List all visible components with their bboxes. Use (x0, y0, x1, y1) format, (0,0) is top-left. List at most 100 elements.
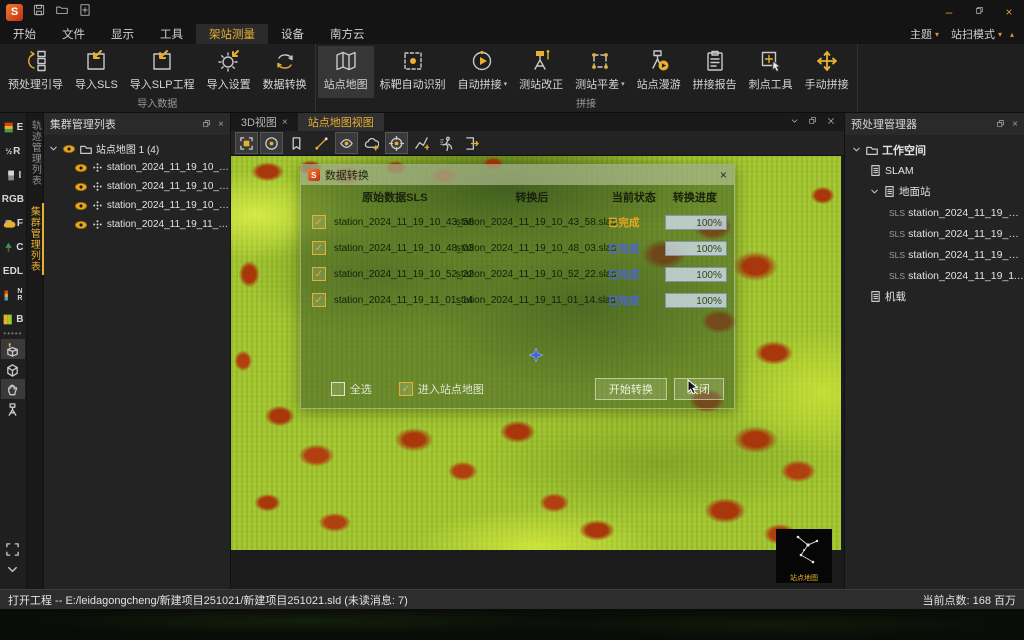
tree-row-station[interactable]: station_2024_11_19_10_4... (44, 177, 230, 196)
tree-row-station_2024_11_19_10_52_...[interactable]: SLSstation_2024_11_19_10_52_... (845, 244, 1024, 265)
tool-cube-left[interactable] (1, 459, 25, 479)
render-mode-NR[interactable]: NR (3, 283, 22, 307)
tree-row-station[interactable]: station_2024_11_19_10_4... (44, 158, 230, 177)
ribbon-item-刺点工具[interactable]: 刺点工具 (743, 46, 799, 98)
tree-row-station_2024_11_19_10_48_...[interactable]: SLSstation_2024_11_19_10_48_... (845, 223, 1024, 244)
viewtool-select-rect[interactable] (235, 132, 258, 154)
render-mode-C[interactable]: C (2, 235, 23, 259)
tree-row-root[interactable]: 站点地图 1 (4) (44, 139, 230, 158)
tool-cube-right[interactable] (1, 479, 25, 499)
menu-item-显示[interactable]: 显示 (98, 24, 147, 44)
arrow-down-icon[interactable] (790, 116, 800, 129)
ribbon-item-导入设置[interactable]: 导入设置 (201, 46, 257, 98)
render-mode-B[interactable]: B (2, 307, 23, 331)
tool-pin-box[interactable] (1, 339, 25, 359)
ribbon-item-测站改正[interactable]: 测站改正 (513, 46, 569, 98)
float-panel-icon[interactable] (996, 119, 1006, 129)
viewtool-cloud-add[interactable] (360, 132, 383, 154)
close-panel-icon[interactable]: × (1012, 119, 1018, 130)
viewtool-view-eye[interactable] (335, 132, 358, 154)
ribbon-item-导入SLS[interactable]: 导入SLS (69, 46, 124, 98)
viewtool-exit-view[interactable] (460, 132, 483, 154)
float-panel-icon[interactable] (202, 119, 212, 129)
row-checkbox[interactable]: ✓ (312, 293, 326, 307)
ribbon-item-站点地图[interactable]: 站点地图 (318, 46, 374, 98)
viewtool-polyline-add[interactable] (410, 132, 433, 154)
left-tab-轨迹管理列表[interactable]: 轨迹管理列表 (26, 117, 43, 189)
tree-row-station[interactable]: station_2024_11_19_11_0... (44, 215, 230, 234)
menu-item-开始[interactable]: 开始 (0, 24, 49, 44)
render-mode-R[interactable]: ½R (5, 139, 20, 163)
select-all-checkbox[interactable]: ✓ 全选 (323, 381, 372, 397)
tool-cube-bottom[interactable] (1, 519, 25, 539)
restore-button[interactable] (964, 0, 994, 24)
chevron-down-icon[interactable]: ▾ (621, 80, 625, 88)
left-tab-集群管理列表[interactable]: 集群管理列表 (25, 203, 44, 275)
viewtool-target-center[interactable] (385, 132, 408, 154)
render-mode-F[interactable]: F (3, 211, 23, 235)
menu-dropdown-主题[interactable]: 主题▾ (906, 26, 943, 42)
ribbon-item-手动拼接[interactable]: 手动拼接 (799, 46, 855, 98)
tool-cube-top[interactable] (1, 419, 25, 439)
close-tab-icon[interactable]: × (282, 117, 288, 128)
tool-chevron-down[interactable] (1, 559, 25, 579)
render-mode-EDL[interactable]: EDL (3, 259, 23, 283)
open-folder-button[interactable] (55, 3, 69, 22)
float-icon[interactable] (808, 116, 818, 129)
row-checkbox[interactable]: ✓ (312, 241, 326, 255)
row-checkbox[interactable]: ✓ (312, 267, 326, 281)
collapse-ribbon-icon[interactable]: ▴ (1010, 30, 1014, 39)
menu-item-文件[interactable]: 文件 (49, 24, 98, 44)
ribbon-item-导入SLP工程[interactable]: 导入SLP工程 (124, 46, 201, 98)
viewtool-circle-dot[interactable] (260, 132, 283, 154)
view-tab-站点地图视图[interactable]: 站点地图视图 (298, 113, 384, 131)
tree-row-机载[interactable]: 机载 (845, 286, 1024, 307)
close-button[interactable]: × (994, 0, 1024, 24)
tool-cube-front[interactable] (1, 439, 25, 459)
menu-item-设备[interactable]: 设备 (268, 24, 317, 44)
dialog-close-icon[interactable]: × (720, 168, 727, 182)
tree-row-地面站[interactable]: 地面站 (845, 181, 1024, 202)
tree-row-workspace[interactable]: 工作空间 (845, 139, 1024, 160)
chevron-down-icon[interactable]: ▾ (504, 80, 508, 88)
tool-cube[interactable] (1, 359, 25, 379)
menu-item-南方云[interactable]: 南方云 (317, 24, 378, 44)
close-panel-icon[interactable]: × (218, 119, 224, 130)
ribbon-item-数据转换[interactable]: 数据转换 (257, 46, 313, 98)
row-checkbox[interactable]: ✓ (312, 215, 326, 229)
tool-pan-hand[interactable] (1, 379, 25, 399)
ribbon-item-站点漫游[interactable]: 站点漫游 (631, 46, 687, 98)
viewtool-measure-angle[interactable] (310, 132, 333, 154)
render-mode-RGB[interactable]: RGB (2, 187, 24, 211)
station-correct-icon (529, 49, 553, 73)
render-mode-I[interactable]: I (5, 163, 22, 187)
render-mode-E[interactable]: E (3, 115, 24, 139)
ribbon-item-测站平差[interactable]: 测站平差▾ (569, 46, 631, 98)
tree-row-station[interactable]: station_2024_11_19_10_5... (44, 196, 230, 215)
start-convert-button[interactable]: 开始转换 (595, 378, 667, 400)
quick-access-toolbar (32, 3, 92, 22)
tool-cube-back[interactable] (1, 499, 25, 519)
view-tab-3D视图[interactable]: 3D视图× (231, 113, 298, 131)
tool-tripod-sm[interactable] (1, 399, 25, 419)
ribbon-item-拼接报告[interactable]: 拼接报告 (687, 46, 743, 98)
tree-row-station_2024_11_19_11_01_...[interactable]: SLSstation_2024_11_19_11_01_... (845, 265, 1024, 286)
save-button[interactable] (32, 3, 46, 22)
tool-frame-sel[interactable] (1, 539, 25, 559)
ribbon-item-预处理引导[interactable]: 预处理引导 (2, 46, 69, 98)
ribbon-item-自动拼接[interactable]: 自动拼接▾ (452, 46, 514, 98)
close-icon[interactable] (826, 116, 836, 129)
menu-item-工具[interactable]: 工具 (147, 24, 196, 44)
import-icon (150, 49, 174, 73)
tree-row-SLAM[interactable]: SLAM (845, 160, 1024, 181)
minimap-inset[interactable]: 站点地图 (776, 529, 832, 583)
new-file-button[interactable] (78, 3, 92, 22)
viewtool-bookmark[interactable] (285, 132, 308, 154)
viewtool-walk-roam[interactable] (435, 132, 458, 154)
tree-row-station_2024_11_19_10_43_...[interactable]: SLSstation_2024_11_19_10_43_... (845, 202, 1024, 223)
minimize-button[interactable]: – (934, 0, 964, 24)
menu-item-架站测量[interactable]: 架站测量 (196, 24, 268, 44)
menu-dropdown-站扫模式[interactable]: 站扫模式▾ (947, 26, 1006, 42)
ribbon-item-标靶自动识别[interactable]: 标靶自动识别 (374, 46, 452, 98)
enter-map-checkbox[interactable]: ✓ 进入站点地图 (391, 381, 484, 397)
